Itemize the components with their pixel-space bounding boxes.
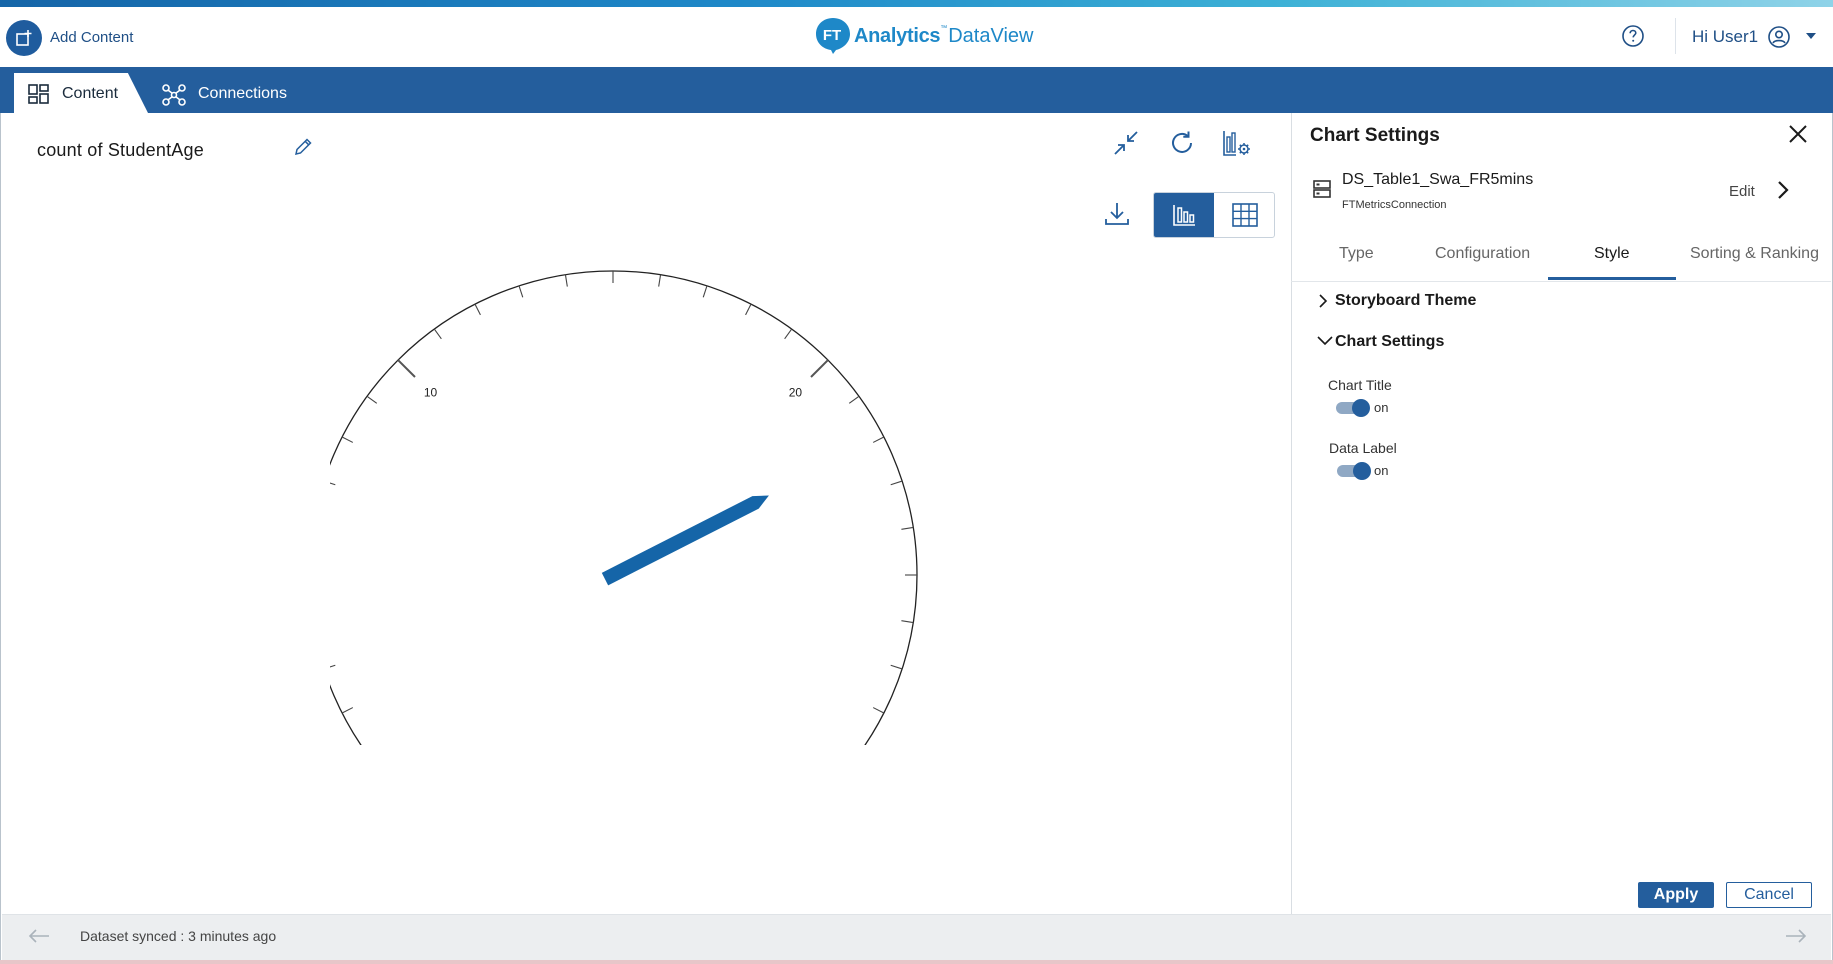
- help-icon[interactable]: [1621, 24, 1645, 48]
- chevron-down-icon: [1317, 336, 1333, 346]
- gauge-minor-tick: [341, 436, 354, 443]
- refresh-icon: [1172, 131, 1192, 153]
- add-content-icon: [16, 30, 32, 46]
- gauge-minor-tick: [702, 285, 708, 298]
- gauge-minor-tick: [323, 480, 336, 486]
- apply-button[interactable]: Apply: [1638, 882, 1714, 908]
- edit-pencil-icon[interactable]: [292, 136, 314, 158]
- tab-connections-label: Connections: [198, 85, 287, 102]
- gauge-arc: [308, 270, 918, 791]
- gauge-minor-tick: [341, 707, 354, 714]
- gauge-tick-label: 20: [789, 386, 803, 400]
- gauge-minor-tick: [890, 664, 903, 670]
- gauge-minor-tick: [518, 285, 524, 298]
- logo-text-analytics: Analytics: [854, 24, 941, 47]
- section-chart-settings-label: Chart Settings: [1335, 333, 1445, 350]
- data-label-toggle[interactable]: [1337, 462, 1371, 480]
- gauge-major-tick: [397, 359, 416, 378]
- table-view-icon: [1231, 203, 1258, 227]
- gauge-minor-tick: [872, 436, 885, 443]
- gauge-minor-tick: [323, 664, 336, 670]
- gauge-minor-tick: [745, 303, 752, 316]
- chart-settings-panel: [1291, 113, 1832, 914]
- arrow-right-icon[interactable]: [1785, 928, 1807, 944]
- gauge-minor-tick: [784, 328, 793, 340]
- gauge-minor-tick: [872, 707, 885, 714]
- logo-mark-text: FT: [823, 27, 841, 44]
- add-content-button[interactable]: [6, 20, 42, 56]
- chart-title: count of StudentAge: [37, 140, 204, 160]
- active-tab-indicator: [1548, 277, 1676, 280]
- close-icon[interactable]: [1786, 122, 1810, 146]
- logo-mark-icon: FT: [816, 18, 850, 54]
- gauge-minor-tick: [848, 395, 860, 404]
- top-accent-line: [0, 0, 1833, 7]
- logo-text-dataview: DataView: [948, 24, 1034, 47]
- chart-title-toggle[interactable]: [1336, 399, 1370, 417]
- user-greeting[interactable]: Hi User1: [1692, 27, 1758, 47]
- toggle-knob: [1352, 399, 1370, 417]
- tab-sorting-ranking[interactable]: Sorting & Ranking: [1690, 245, 1819, 263]
- view-toggle: [1153, 192, 1275, 238]
- dataset-connection: FTMetricsConnection: [1342, 199, 1447, 211]
- collapse-button[interactable]: [1110, 127, 1142, 159]
- gauge-svg: 0102030: [308, 270, 918, 791]
- chart-title-label: Chart Title: [1328, 377, 1392, 393]
- tab-type[interactable]: Type: [1339, 245, 1374, 263]
- gauge-minor-tick: [474, 303, 481, 316]
- gauge-needle: [601, 495, 769, 586]
- toggle-knob: [1353, 462, 1371, 480]
- gauge-minor-tick: [890, 480, 903, 486]
- connections-icon: [162, 84, 186, 106]
- app-logo: FT Analytics ™ DataView: [815, 16, 1033, 56]
- gauge-major-tick: [810, 359, 829, 378]
- arrow-left-icon[interactable]: [28, 928, 50, 944]
- cancel-button[interactable]: Cancel: [1726, 882, 1812, 908]
- gauge-minor-tick: [433, 328, 442, 340]
- sync-status: Dataset synced : 3 minutes ago: [80, 928, 277, 944]
- download-button[interactable]: [1101, 198, 1133, 230]
- add-content-label[interactable]: Add Content: [50, 29, 133, 46]
- dataset-name: DS_Table1_Swa_FR5mins: [1342, 171, 1534, 188]
- dataset-icon: [1313, 180, 1331, 198]
- chevron-right-icon: [1319, 294, 1328, 308]
- gauge-minor-tick: [658, 274, 662, 287]
- section-chart-settings[interactable]: Chart Settings: [1317, 333, 1445, 351]
- collapse-icon: [1114, 131, 1138, 155]
- gauge-tick-label: 10: [424, 386, 438, 400]
- chart-settings-icon: [1223, 131, 1250, 156]
- data-label-state: on: [1374, 463, 1389, 478]
- chart-settings-button[interactable]: [1221, 127, 1253, 159]
- chevron-right-icon[interactable]: [1776, 180, 1790, 200]
- chart-view-button[interactable]: [1154, 193, 1214, 237]
- tab-configuration[interactable]: Configuration: [1435, 245, 1530, 263]
- dataset-edit-link[interactable]: Edit: [1729, 183, 1755, 200]
- header-divider: [1675, 18, 1676, 54]
- gauge-minor-tick: [366, 395, 378, 404]
- status-footer: [2, 914, 1831, 963]
- gauge-minor-tick: [564, 274, 568, 287]
- table-view-button[interactable]: [1215, 193, 1274, 237]
- chart-title-state: on: [1374, 400, 1389, 415]
- tab-content[interactable]: Content: [14, 73, 148, 113]
- tab-content-label: Content: [62, 85, 119, 102]
- download-icon: [1105, 203, 1129, 225]
- gauge-chart: 0102030: [308, 265, 970, 791]
- gauge-minor-tick: [901, 526, 914, 530]
- section-storyboard-theme-label: Storyboard Theme: [1335, 292, 1477, 309]
- dashboard-icon: [28, 84, 49, 104]
- refresh-button[interactable]: [1166, 127, 1198, 159]
- logo-trademark: ™: [940, 24, 948, 32]
- bottom-edge: [0, 960, 1833, 964]
- tab-style[interactable]: Style: [1594, 245, 1630, 263]
- chart-view-icon: [1173, 205, 1195, 226]
- chevron-down-icon[interactable]: [1806, 33, 1816, 39]
- panel-title: Chart Settings: [1310, 125, 1440, 146]
- gauge-minor-tick: [901, 620, 914, 624]
- user-icon[interactable]: [1767, 25, 1791, 49]
- data-label-label: Data Label: [1329, 440, 1397, 456]
- section-storyboard-theme[interactable]: Storyboard Theme: [1319, 292, 1477, 310]
